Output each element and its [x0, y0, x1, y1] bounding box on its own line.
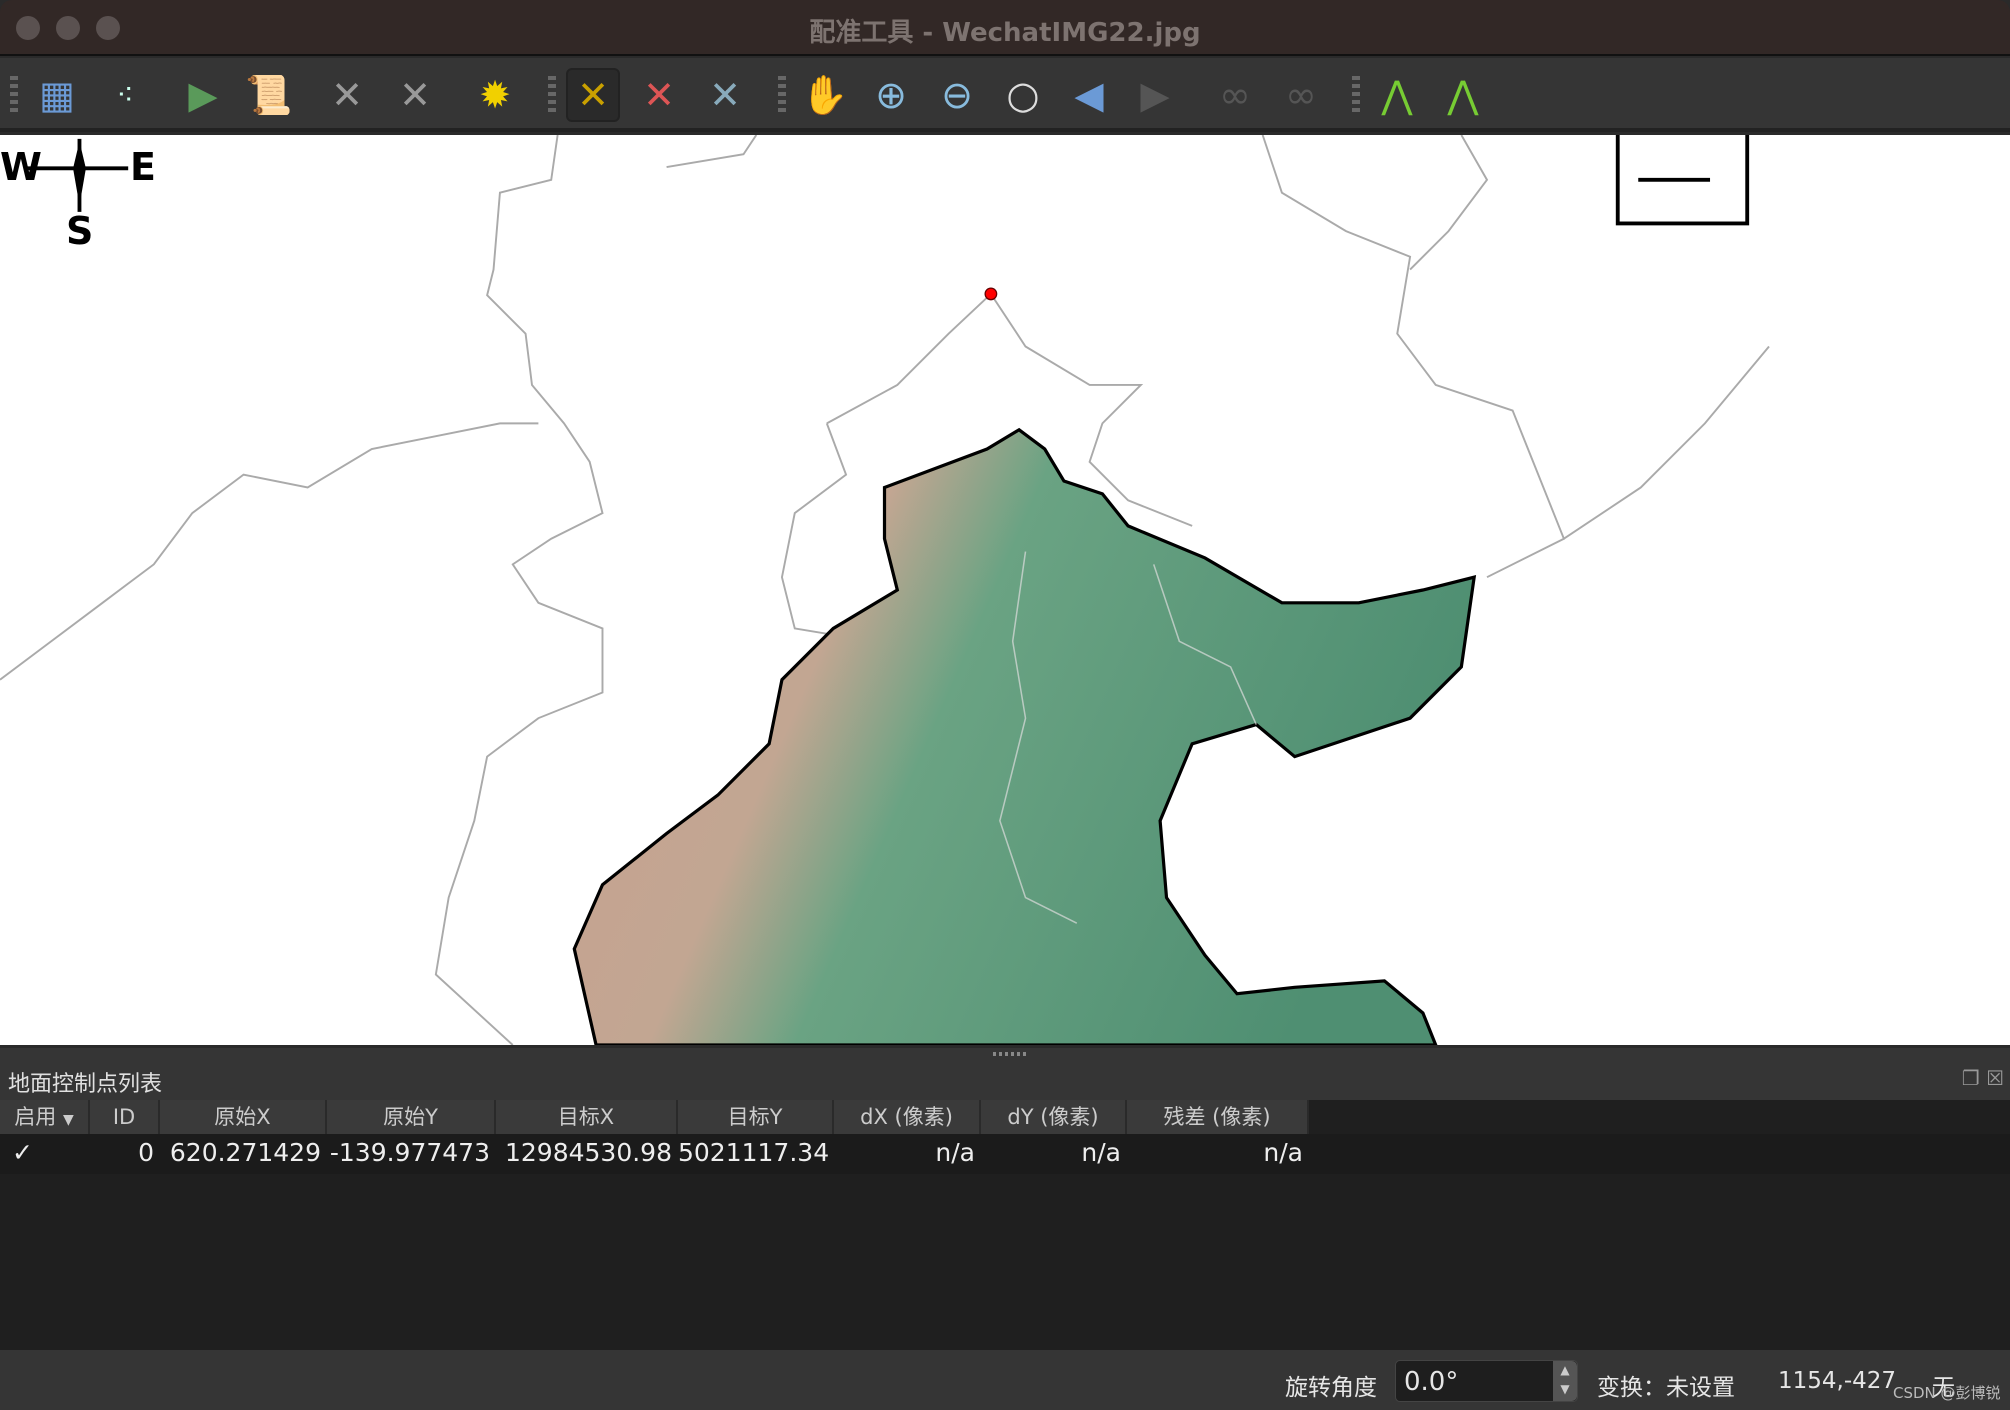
zoom-last-icon: ◀ — [1074, 73, 1104, 117]
open-raster-button[interactable]: ▦ — [30, 68, 84, 122]
zoom-last-button[interactable]: ◀ — [1062, 68, 1116, 122]
link-icon: ∞ — [1285, 73, 1317, 117]
link-georef-button[interactable]: ∞ — [1208, 68, 1262, 122]
compass-s: S — [66, 209, 94, 253]
cell-dx: n/a — [935, 1138, 975, 1167]
histogram-stretch-icon: ⋀ — [1381, 73, 1413, 117]
gcp-save-icon: ✕ — [399, 73, 431, 117]
coordinate-readout: 1154,-427 — [1778, 1368, 1897, 1394]
window-title: 配准工具 - WechatIMG22.jpg — [809, 18, 1201, 48]
panel-resize-handle[interactable] — [993, 1052, 1027, 1056]
enabled-checkbox[interactable]: ✓ — [0, 1134, 90, 1174]
gear-icon: ✹ — [479, 73, 511, 117]
start-georeferencing-button[interactable]: ▶ — [176, 68, 230, 122]
zoom-next-icon: ▶ — [1140, 73, 1170, 117]
map-canvas[interactable]: W E S — [0, 120, 2010, 1047]
delete-gcp-button[interactable]: ✕ — [632, 68, 686, 122]
gcp-load-icon: ✕ — [331, 73, 363, 117]
col-dst-x[interactable]: 目标X — [496, 1100, 678, 1134]
toolbar-grip[interactable] — [548, 76, 556, 116]
watermark: CSDN @彭博锐 — [1893, 1384, 2001, 1402]
col-src-x[interactable]: 原始X — [160, 1100, 327, 1134]
zoom-full-icon: ○ — [1006, 73, 1040, 117]
table-row[interactable]: ✓ 0 620.271429 -139.977473 12984530.98 5… — [0, 1134, 2010, 1174]
cell-id: 0 — [138, 1138, 154, 1167]
cell-dst-y: 5021117.34 — [678, 1138, 830, 1167]
play-icon: ▶ — [188, 73, 218, 117]
transform-status: 变换：未设置 — [1597, 1375, 1735, 1401]
gcp-move-icon: ✕ — [709, 73, 741, 117]
close-panel-icon[interactable]: ☒ — [1986, 1066, 2004, 1090]
terrain-raster — [572, 427, 1477, 1047]
move-gcp-button[interactable]: ✕ — [698, 68, 752, 122]
rotation-spinbox[interactable]: 0.0° ▲ ▼ — [1395, 1360, 1578, 1402]
zoom-out-icon: ⊖ — [941, 73, 973, 117]
col-residual[interactable]: 残差 (像素) — [1127, 1100, 1309, 1134]
save-gcp-button[interactable]: ✕ — [388, 68, 442, 122]
zoom-next-button[interactable]: ▶ — [1128, 68, 1182, 122]
col-src-y[interactable]: 原始Y — [327, 1100, 496, 1134]
transformation-settings-button[interactable]: ✹ — [468, 68, 522, 122]
float-panel-icon[interactable]: ❐ — [1962, 1066, 1980, 1090]
table-header: 启用 ▼ ID 原始X 原始Y 目标X 目标Y dX (像素) dY (像素) … — [0, 1100, 2010, 1134]
gcp-add-icon: ✕ — [577, 73, 609, 117]
link-icon: ∞ — [1219, 73, 1251, 117]
link-qgis-button[interactable]: ∞ — [1274, 68, 1328, 122]
toolbar-grip[interactable] — [1352, 76, 1360, 116]
add-point-button[interactable]: ⁖ — [98, 68, 152, 122]
gcp-table: 启用 ▼ ID 原始X 原始Y 目标X 目标Y dX (像素) dY (像素) … — [0, 1100, 2010, 1350]
col-dy[interactable]: dY (像素) — [981, 1100, 1127, 1134]
histogram-icon: ⋀ — [1447, 73, 1479, 117]
histogram-stretch-button[interactable]: ⋀ — [1370, 68, 1424, 122]
col-dx[interactable]: dX (像素) — [834, 1100, 981, 1134]
zoom-out-button[interactable]: ⊖ — [930, 68, 984, 122]
zoom-in-icon: ⊕ — [875, 73, 907, 117]
cell-src-y: -139.977473 — [329, 1138, 490, 1167]
gcp-panel: 地面控制点列表 ❐ ☒ 启用 ▼ ID 原始X 原始Y 目标X 目标Y dX (… — [0, 1048, 2010, 1352]
histogram-full-button[interactable]: ⋀ — [1436, 68, 1490, 122]
cell-src-x: 620.271429 — [169, 1138, 321, 1167]
compass-w: W — [0, 145, 42, 189]
rotation-label: 旋转角度 — [1285, 1375, 1377, 1401]
panel-title: 地面控制点列表 — [8, 1072, 163, 1097]
raster-add-icon: ▦ — [39, 73, 75, 117]
add-gcp-button[interactable]: ✕ — [566, 68, 620, 122]
gcp-marker[interactable] — [984, 287, 998, 301]
rotation-value[interactable]: 0.0° — [1404, 1367, 1458, 1397]
generate-script-button[interactable]: 📜 — [242, 68, 296, 122]
toolbar-grip[interactable] — [778, 76, 786, 116]
col-enabled[interactable]: 启用 ▼ — [0, 1100, 90, 1134]
spin-arrows-icon[interactable]: ▲ ▼ — [1553, 1361, 1577, 1401]
col-id[interactable]: ID — [90, 1100, 160, 1134]
cell-dy: n/a — [1081, 1138, 1121, 1167]
points-add-icon: ⁖ — [116, 77, 134, 113]
toolbar: ▦ ⁖ ▶ 📜 ✕ ✕ ✹ ✕ ✕ ✕ ✋ ⊕ ⊖ ○ ◀ ▶ ∞ ∞ ⋀ ⋀ — [0, 58, 2010, 132]
script-icon: 📜 — [245, 72, 293, 117]
map-image — [0, 120, 1770, 1047]
gcp-delete-icon: ✕ — [643, 73, 675, 117]
pan-button[interactable]: ✋ — [798, 68, 852, 122]
status-bar: 旋转角度 0.0° ▲ ▼ 变换：未设置 1154,-427 无 CSDN @彭博… — [0, 1352, 2010, 1410]
col-dst-y[interactable]: 目标Y — [678, 1100, 834, 1134]
title-bar: 配准工具 - WechatIMG22.jpg — [0, 0, 2010, 56]
cell-residual: n/a — [1263, 1138, 1303, 1167]
sort-down-icon: ▼ — [62, 1112, 74, 1128]
load-gcp-button[interactable]: ✕ — [320, 68, 374, 122]
cell-dst-x: 12984530.98 — [504, 1138, 672, 1167]
hand-icon: ✋ — [801, 72, 849, 117]
zoom-to-layer-button[interactable]: ○ — [996, 68, 1050, 122]
compass-e: E — [130, 145, 156, 189]
toolbar-grip[interactable] — [10, 76, 18, 116]
zoom-in-button[interactable]: ⊕ — [864, 68, 918, 122]
